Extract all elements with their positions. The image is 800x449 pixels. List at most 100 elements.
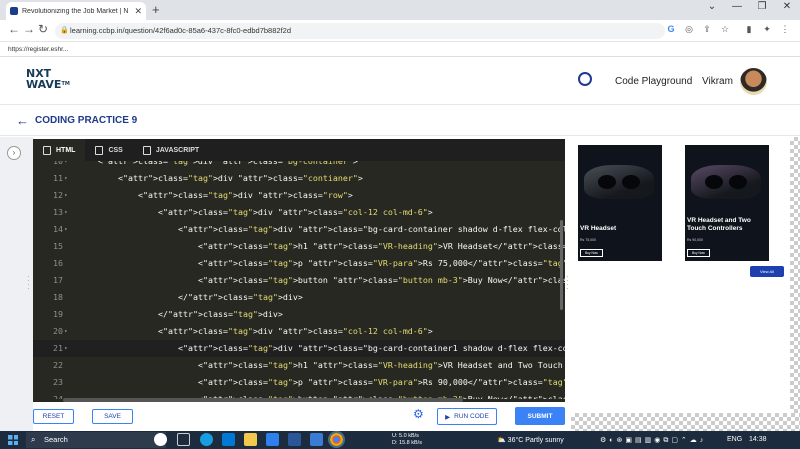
close-tab-icon[interactable]: ✕	[134, 6, 142, 17]
browser-tab[interactable]: Revolutionizing the Job Market | N ✕	[6, 2, 146, 20]
fold-arrow-icon[interactable]: ▾	[64, 204, 68, 221]
code-line[interactable]: 18 </"attr">class="tag">div>	[33, 289, 565, 306]
taskbar-search[interactable]: ⌕ Search	[26, 432, 166, 448]
fold-arrow-icon[interactable]: ▾	[64, 323, 68, 340]
edge-icon[interactable]	[200, 433, 213, 446]
card-heading: VR Headset and Two Touch Controllers	[687, 217, 751, 232]
code-line[interactable]: 21 ▾ <"attr">class="tag">div "attr">class=…	[33, 340, 565, 357]
buy-now-button[interactable]: Buy Now	[687, 249, 710, 257]
code-text: <"attr">class="tag">div "attr">class="ro…	[138, 190, 353, 200]
code-text: <"attr">class="tag">h1 "attr">class="VR-…	[198, 360, 563, 370]
editor-tabs: HTML CSS JAVASCRIPT	[33, 139, 565, 161]
line-number: 19	[53, 309, 63, 319]
resize-handle-right[interactable]: · · · ·	[566, 273, 569, 293]
line-number: 17	[53, 275, 63, 285]
nxtwave-logo[interactable]: NXT WAVETM	[26, 68, 70, 90]
restore-button[interactable]: ❐	[750, 1, 774, 12]
windows-start-icon[interactable]	[8, 435, 18, 445]
code-line[interactable]: 16 <"attr">class="tag">p "attr">class="VR…	[33, 255, 565, 272]
fold-arrow-icon[interactable]: ▾	[64, 170, 68, 187]
line-number: 16	[53, 258, 63, 268]
reload-icon[interactable]: ↻	[38, 22, 48, 36]
line-number: 24	[53, 394, 63, 399]
new-tab-button[interactable]: +	[152, 2, 160, 17]
code-line[interactable]: 10 ▾ <"attr">class="tag">div "attr">class=…	[33, 161, 565, 170]
expand-panel-button[interactable]: ›	[7, 146, 21, 160]
vr-controllers-image	[691, 165, 761, 199]
extension-icon[interactable]: ✦	[760, 24, 774, 35]
code-lines[interactable]: 10 ▾ <"attr">class="tag">div "attr">class=…	[33, 161, 565, 399]
code-text: <"attr">class="tag">p "attr">class="VR-p…	[198, 377, 565, 387]
line-number: 14	[53, 224, 63, 234]
bookmark-star-icon[interactable]: ☆	[718, 24, 732, 35]
code-line[interactable]: 20 ▾ <"attr">class="tag">div "attr">class=…	[33, 323, 565, 340]
code-line[interactable]: 12 ▾ <"attr">class="tag">div "attr">class=…	[33, 187, 565, 204]
reset-button[interactable]: RESET	[33, 409, 74, 424]
code-text: <"attr">class="tag">div "attr">class="co…	[158, 207, 433, 217]
code-text: </"attr">class="tag">div>	[178, 292, 303, 302]
chrome-icon[interactable]	[328, 431, 345, 448]
code-line[interactable]: 13 ▾ <"attr">class="tag">div "attr">class=…	[33, 204, 565, 221]
timer-icon[interactable]	[578, 72, 592, 86]
vertical-scrollbar[interactable]	[560, 220, 563, 310]
page-title: CODING PRACTICE 9	[35, 115, 138, 126]
fold-arrow-icon[interactable]: ▾	[64, 187, 68, 204]
save-button[interactable]: SAVE	[92, 409, 133, 424]
back-icon[interactable]: ←	[8, 22, 20, 36]
preview-card-vr-headset: VR Headset Rs 75,000 Buy Now	[578, 145, 662, 261]
task-view-icon[interactable]	[177, 433, 190, 446]
tab-html[interactable]: HTML	[33, 139, 86, 161]
fold-arrow-icon[interactable]: ▾	[64, 340, 68, 357]
code-playground-link[interactable]: Code Playground	[615, 76, 692, 87]
search-icon: ⌕	[31, 435, 36, 444]
gear-icon[interactable]: ⚙	[413, 408, 426, 421]
code-text: <"attr">class="tag">p "attr">class="VR-p…	[198, 258, 565, 268]
tab-css[interactable]: CSS	[85, 139, 132, 161]
submit-button[interactable]: SUBMIT	[515, 407, 565, 425]
code-line[interactable]: 11 ▾ <"attr">class="tag">div "attr">class=…	[33, 170, 565, 187]
store-icon[interactable]	[222, 433, 235, 446]
code-line[interactable]: 23 <"attr">class="tag">p "attr">class="VR…	[33, 374, 565, 391]
minimize-button[interactable]: —	[725, 1, 749, 12]
code-line[interactable]: 22 <"attr">class="tag">h1 "attr">class="V…	[33, 357, 565, 374]
word-icon[interactable]	[288, 433, 301, 446]
tab-search-chevron-icon[interactable]: ⌄	[700, 1, 724, 12]
google-icon[interactable]: G	[664, 24, 678, 34]
app-icon[interactable]	[310, 433, 323, 446]
code-line[interactable]: 19 </"attr">class="tag">div>	[33, 306, 565, 323]
line-number: 22	[53, 360, 63, 370]
fold-arrow-icon[interactable]: ▾	[64, 161, 68, 170]
system-tray-icons[interactable]: ⚙◐⊛▣▤▥◉⧉▢⌃☁♪	[600, 436, 706, 445]
side-panel-icon[interactable]: ▮	[742, 24, 756, 35]
code-line[interactable]: 14 ▾ <"attr">class="tag">div "attr">class=…	[33, 221, 565, 238]
file-explorer-icon[interactable]	[244, 433, 257, 446]
bing-icon[interactable]	[154, 433, 167, 446]
avatar[interactable]	[740, 68, 767, 95]
buy-now-button[interactable]: Buy Now	[580, 249, 603, 257]
tab-javascript[interactable]: JAVASCRIPT	[133, 139, 209, 161]
clock[interactable]: 14:38	[749, 436, 767, 443]
language-indicator[interactable]: ENG	[727, 436, 742, 443]
bookmark-link[interactable]: https://register.eshr...	[8, 46, 68, 53]
fold-arrow-icon[interactable]: ▾	[64, 221, 68, 238]
line-number: 18	[53, 292, 63, 302]
run-code-label: RUN CODE	[454, 413, 489, 420]
lens-icon[interactable]: ◎	[682, 24, 696, 35]
code-line[interactable]: 15 <"attr">class="tag">h1 "attr">class="V…	[33, 238, 565, 255]
weather-widget[interactable]: ⛅ 36°C Partly sunny	[497, 436, 564, 444]
vscode-icon[interactable]	[266, 433, 279, 446]
line-number: 21	[53, 343, 63, 353]
address-bar[interactable]: 🔒 learning.ccbp.in/question/42f6ad0c-85a…	[55, 23, 665, 39]
code-line[interactable]: 17 <"attr">class="tag">button "attr">clas…	[33, 272, 565, 289]
forward-icon[interactable]: →	[23, 22, 35, 36]
menu-icon[interactable]: ⋮	[778, 24, 792, 35]
view-all-button[interactable]: View All	[750, 266, 784, 277]
card-price: Rs 90,000	[687, 238, 703, 242]
vr-headset-image	[584, 165, 654, 199]
close-window-button[interactable]: ✕	[775, 1, 799, 12]
resize-handle-left[interactable]: · · · ·	[27, 273, 30, 293]
net-down: D: 15.8 kB/s	[392, 439, 422, 446]
back-arrow-icon[interactable]: ←	[16, 113, 29, 128]
share-icon[interactable]: ⇪	[700, 24, 714, 35]
run-code-button[interactable]: ▶ RUN CODE	[437, 408, 497, 425]
